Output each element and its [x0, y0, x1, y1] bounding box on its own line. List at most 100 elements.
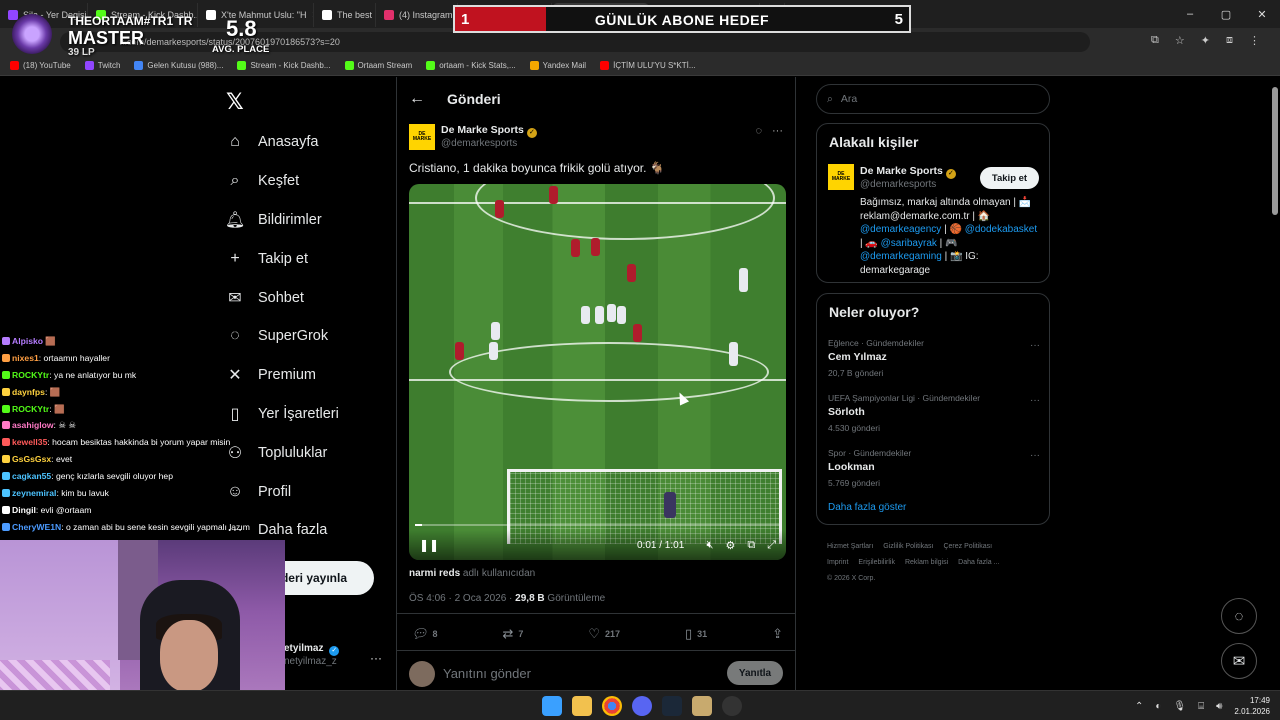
network-icon[interactable]: ⌸	[1198, 701, 1204, 712]
trend-more-icon[interactable]: ···	[1030, 395, 1040, 406]
chat-username[interactable]: asahiglow	[12, 420, 54, 430]
bio-link[interactable]: @dodekabasket	[965, 224, 1037, 235]
chat-username[interactable]: ROCKYtr	[12, 404, 49, 414]
pause-icon[interactable]: ❚❚	[419, 538, 439, 552]
trend-item[interactable]: UEFA Şampiyonlar Ligi · Gündemdekiler Sör…	[828, 393, 1040, 433]
rp-avatar[interactable]: DE MARKE	[828, 164, 854, 190]
bookmark-item[interactable]: Yandex Mail	[529, 61, 586, 70]
follow-button[interactable]: Takip et	[980, 167, 1039, 189]
account-more-icon[interactable]: ···	[370, 651, 382, 665]
nav-item-chat[interactable]: ✉ Sohbet	[226, 278, 339, 317]
settings-gear-icon[interactable]: ⚙	[725, 539, 735, 552]
bio-link[interactable]: @demarkeagency	[860, 224, 941, 235]
grok-fab-icon[interactable]: ◌	[1221, 598, 1257, 634]
clock[interactable]: 17:49 2.01.2026	[1234, 695, 1270, 717]
video-progress-bar[interactable]	[415, 524, 780, 526]
bookmark-item[interactable]: Gelen Kutusu (988)...	[134, 61, 223, 70]
footer-link[interactable]: Reklam bilgisi	[905, 559, 948, 566]
footer-link[interactable]: Hizmet Şartları	[827, 543, 873, 550]
more-options-icon[interactable]: ···	[772, 125, 783, 137]
bio-link[interactable]: @saribayrak	[881, 238, 937, 249]
video-player[interactable]: ❚❚ 0:01 / 1:01 🔇︎ ⚙ ⧉ ⤢	[409, 184, 786, 560]
steam-icon[interactable]	[662, 696, 682, 716]
bookmark-item[interactable]: Twitch	[84, 61, 120, 70]
reply-input[interactable]: Yanıtını gönder	[443, 666, 531, 681]
tray-app-icon[interactable]: ◐	[1155, 701, 1161, 712]
fullscreen-icon[interactable]: ⤢	[767, 539, 776, 552]
chat-username[interactable]: nixes1	[12, 353, 39, 363]
author-handle[interactable]: @demarkesports	[441, 138, 517, 149]
pip-icon[interactable]: ⧉	[747, 539, 755, 552]
chat-username[interactable]: ROCKYtr	[12, 370, 49, 380]
browser-tab[interactable]: (4) Instagram✕	[376, 3, 458, 27]
rp-name[interactable]: De Marke Sports ✓	[860, 165, 956, 179]
chat-username[interactable]: cagkan55	[12, 471, 51, 481]
bookmark-item[interactable]: (18) YouTube	[10, 61, 71, 70]
post-timestamp[interactable]: ÖS 4:06 · 2 Oca 2026 ·	[409, 593, 515, 604]
bookmark-action[interactable]: ▯ 31	[685, 626, 707, 642]
puzzle-icon[interactable]: ⧈	[1226, 34, 1233, 47]
bookmark-item[interactable]: Ortaam Stream	[344, 61, 412, 70]
mute-icon[interactable]: 🔇︎	[707, 539, 714, 552]
x-logo-icon[interactable]: 𝕏	[226, 89, 244, 115]
trend-item[interactable]: Eğlence · Gündemdekiler Cem Yılmaz 20,7 B …	[828, 338, 1040, 378]
search-input[interactable]: ⌕ Ara	[816, 84, 1050, 114]
menu-icon[interactable]: ⋮	[1249, 34, 1260, 47]
nav-item-home[interactable]: ⌂ Anasayfa	[226, 123, 339, 162]
star-icon[interactable]: ☆	[1175, 34, 1185, 47]
bookmark-item[interactable]: İÇTİM ULU'YU S*KTİ...	[600, 61, 696, 70]
volume-icon[interactable]: 🔊︎	[1216, 701, 1222, 712]
footer-link[interactable]: Erişilebilirlik	[858, 559, 895, 566]
bio-link[interactable]: @demarkegaming	[860, 251, 942, 262]
show-more-link[interactable]: Daha fazla göster	[828, 502, 906, 513]
back-arrow-icon[interactable]: ←	[409, 90, 425, 108]
rp-handle[interactable]: @demarkesports	[860, 179, 936, 190]
minimize-icon[interactable]: –	[1172, 8, 1208, 20]
extension-icon[interactable]: ✦	[1201, 34, 1210, 47]
footer-link[interactable]: Imprint	[827, 559, 848, 566]
obs-icon[interactable]	[722, 696, 742, 716]
messages-fab-icon[interactable]: ✉	[1221, 643, 1257, 679]
footer-link[interactable]: Gizlilik Politikası	[883, 543, 933, 550]
author-avatar[interactable]: DE MARKE	[409, 124, 435, 150]
chat-username[interactable]: CheryWE1N	[12, 522, 61, 532]
share-action[interactable]: ⇪	[772, 626, 783, 642]
install-icon[interactable]: ⧉	[1151, 34, 1159, 47]
nav-item-notifications[interactable]: 🔔︎ Bildirimler	[225, 201, 339, 240]
close-window-icon[interactable]: ✕	[1244, 8, 1280, 21]
bookmark-item[interactable]: Stream - Kick Dashb...	[237, 61, 331, 70]
scrollbar[interactable]	[1272, 87, 1278, 215]
windows-start-icon[interactable]	[542, 696, 562, 716]
chat-username[interactable]: daynfps	[12, 387, 45, 397]
chat-username[interactable]: kewell35	[12, 437, 47, 447]
chat-username[interactable]: Alpisko	[12, 336, 43, 346]
file-explorer-icon[interactable]	[572, 696, 592, 716]
like-action[interactable]: ♡ 217	[588, 626, 620, 642]
footer-link[interactable]: © 2026 X Corp.	[827, 575, 875, 582]
chat-username[interactable]: Dingil	[12, 505, 36, 515]
account-switcher[interactable]: etyilmaz ✓ netyilmaz_z	[284, 643, 340, 667]
trend-more-icon[interactable]: ···	[1030, 450, 1040, 461]
chat-username[interactable]: zeynemiral	[12, 488, 56, 498]
nav-item-follow[interactable]: + Takip et	[226, 239, 339, 278]
league-client-icon[interactable]	[692, 696, 712, 716]
discord-icon[interactable]	[632, 696, 652, 716]
repost-action[interactable]: ⇄ 7	[502, 626, 523, 642]
trend-more-icon[interactable]: ···	[1030, 340, 1040, 351]
chrome-icon[interactable]	[602, 696, 622, 716]
bookmark-item[interactable]: ortaam - Kick Stats,...	[426, 61, 516, 70]
chat-username[interactable]: GsGsGsx	[12, 454, 51, 464]
footer-link[interactable]: Çerez Politikası	[943, 543, 992, 550]
microphone-icon[interactable]: 🎙︎	[1173, 701, 1186, 712]
reply-action[interactable]: 💬︎ 8	[411, 626, 438, 642]
reply-button[interactable]: Yanıtla	[727, 661, 783, 685]
tray-chevron-icon[interactable]: ⌃	[1135, 701, 1143, 712]
grok-icon[interactable]: ◌	[755, 125, 762, 137]
browser-tab[interactable]: The best✕	[314, 3, 376, 27]
maximize-icon[interactable]: ▢	[1208, 8, 1244, 21]
attribution-user[interactable]: narmi reds	[409, 568, 460, 579]
author-name[interactable]: De Marke Sports ✓	[441, 124, 537, 138]
nav-item-explore[interactable]: ⌕ Keşfet	[226, 162, 339, 201]
trend-item[interactable]: Spor · Gündemdekiler Lookman 5.769 gönderi…	[828, 448, 1040, 488]
footer-link[interactable]: Daha fazla ...	[958, 559, 999, 566]
